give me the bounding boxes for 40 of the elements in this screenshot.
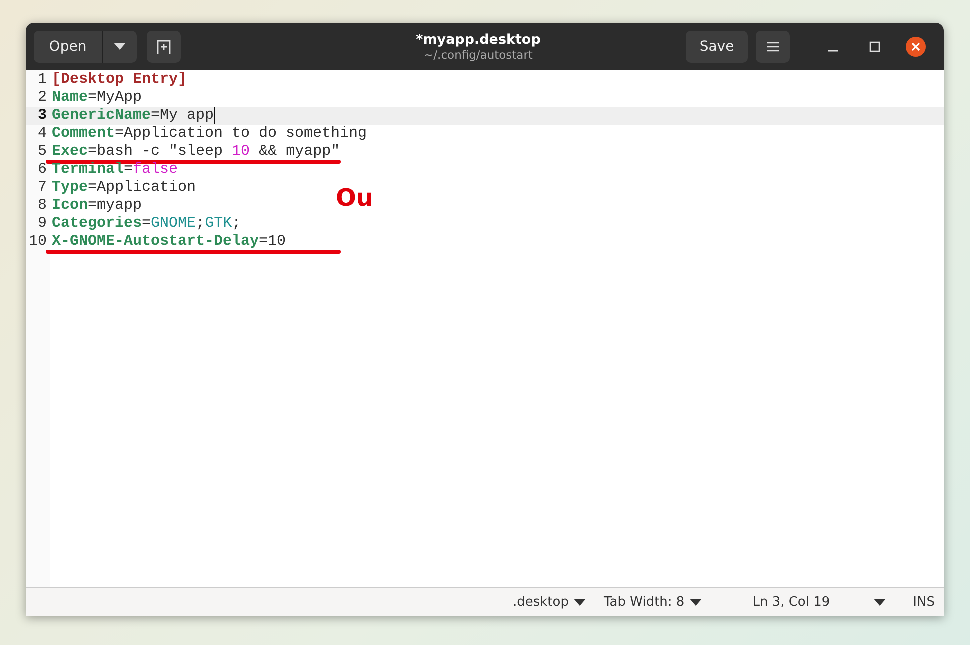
caret-icon: [690, 598, 702, 606]
line-number: 3: [36, 107, 48, 125]
code-line: [Desktop Entry]: [52, 71, 188, 89]
menu-icon: [767, 42, 779, 52]
close-icon[interactable]: [906, 36, 926, 56]
tab-width-selector[interactable]: Tab Width: 8: [595, 594, 711, 610]
line-number: 1: [36, 71, 48, 89]
new-tab-button[interactable]: [147, 30, 181, 62]
maximize-icon[interactable]: [868, 40, 882, 54]
line-number: 7: [36, 179, 48, 197]
open-button[interactable]: Open: [34, 30, 103, 62]
insert-mode: INS: [913, 594, 935, 610]
code-line: Exec=bash -c "sleep 10 && myapp": [52, 143, 340, 161]
code-line: Terminal=false: [52, 161, 178, 179]
caret-icon: [114, 43, 126, 50]
code-line: Type=Application: [52, 179, 196, 197]
line-number: 10: [28, 233, 48, 251]
caret-icon[interactable]: [874, 598, 886, 606]
line-number: 2: [36, 89, 48, 107]
line-number: 5: [36, 143, 48, 161]
window-subtitle: ~/.config/autostart: [423, 48, 534, 62]
cursor-position: Ln 3, Col 19: [752, 594, 830, 610]
menu-button[interactable]: [756, 30, 790, 62]
caret-icon: [574, 598, 586, 606]
code-line: GenericName=My app: [52, 107, 216, 125]
code-line: Categories=GNOME;GTK;: [52, 215, 242, 233]
code-line: Icon=myapp: [52, 197, 142, 215]
code-line: Name=MyApp: [52, 89, 142, 107]
code-line: X-GNOME-Autostart-Delay=10: [52, 233, 286, 251]
line-number: 4: [36, 125, 48, 143]
window-title: *myapp.desktop: [415, 32, 542, 48]
save-button[interactable]: Save: [686, 30, 748, 62]
code-line: Comment=Application to do something: [52, 125, 368, 143]
line-number: 6: [36, 161, 48, 179]
open-menu-button[interactable]: [103, 30, 137, 62]
line-number: 9: [36, 215, 48, 233]
language-selector[interactable]: .desktop: [504, 594, 595, 610]
annotation-text: Ou: [336, 184, 374, 212]
new-tab-icon: [157, 40, 171, 54]
line-number: 8: [36, 197, 48, 215]
